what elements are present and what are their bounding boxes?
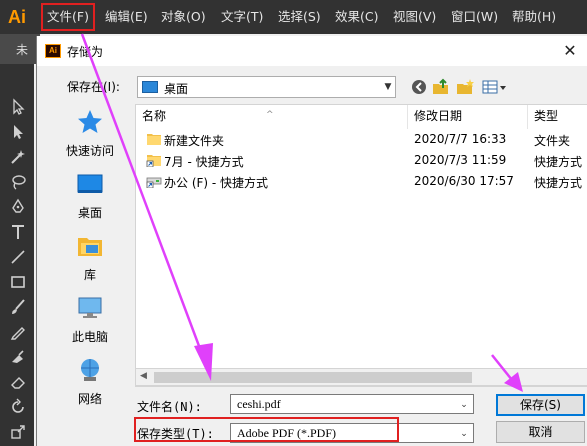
rotate-tool-icon[interactable] bbox=[9, 398, 27, 416]
rectangle-tool-icon[interactable] bbox=[9, 273, 27, 291]
document-tab[interactable]: 未 bbox=[0, 34, 40, 64]
place-label: 桌面 bbox=[77, 206, 102, 220]
document-tab-label: 未 bbox=[16, 43, 29, 57]
library-icon bbox=[76, 232, 104, 260]
file-row[interactable]: 新建文件夹 2020/7/7 16:33 文件夹 bbox=[136, 129, 587, 150]
places-bar: 快速访问 桌面 库 此电脑 网络 bbox=[47, 104, 133, 406]
menu-effect[interactable]: 效果(C) bbox=[335, 7, 378, 27]
place-network[interactable]: 网络 bbox=[47, 356, 133, 416]
filename-label: 文件名(N): bbox=[137, 400, 202, 414]
dialog-title: 存储为 bbox=[67, 45, 104, 59]
scrollbar-thumb[interactable] bbox=[154, 372, 472, 383]
file-name: 新建文件夹 bbox=[164, 134, 225, 148]
column-type[interactable]: 类型 bbox=[528, 105, 587, 129]
menu-select[interactable]: 选择(S) bbox=[278, 7, 321, 27]
menu-view[interactable]: 视图(V) bbox=[393, 7, 436, 27]
save-as-dialog: Ai 存储为 ✕ 保存在(I): 桌面 ▼ 快速访问 桌面 库 此电脑 网络 名… bbox=[36, 36, 587, 446]
place-label: 网络 bbox=[77, 392, 102, 406]
sort-up-icon: ^ bbox=[266, 110, 274, 120]
desktop-icon bbox=[76, 170, 104, 198]
horizontal-scrollbar[interactable]: ◀ bbox=[135, 368, 587, 386]
place-desktop[interactable]: 桌面 bbox=[47, 170, 133, 230]
place-label: 快速访问 bbox=[65, 144, 114, 158]
place-label: 此电脑 bbox=[71, 330, 108, 344]
chevron-down-icon[interactable]: ⌄ bbox=[457, 395, 471, 413]
shaper-tool-icon[interactable] bbox=[9, 348, 27, 366]
chevron-down-icon: ▼ bbox=[384, 82, 392, 92]
eraser-tool-icon[interactable] bbox=[9, 373, 27, 391]
file-list[interactable]: 名称 ^ 修改日期 类型 新建文件夹 2020/7/7 16:33 文件夹 7月… bbox=[135, 104, 587, 387]
type-tool-icon[interactable] bbox=[9, 223, 27, 241]
pen-tool-icon[interactable] bbox=[9, 198, 27, 216]
selection-tool-icon[interactable] bbox=[9, 98, 27, 116]
close-icon[interactable]: ✕ bbox=[558, 40, 582, 62]
chevron-down-icon: ⌄ bbox=[460, 428, 468, 438]
shortcut-icon bbox=[146, 152, 162, 167]
computer-icon bbox=[76, 294, 104, 322]
view-menu-icon[interactable] bbox=[481, 78, 507, 96]
cancel-button[interactable]: 取消 bbox=[496, 421, 585, 443]
illustrator-app-icon: Ai bbox=[45, 44, 61, 58]
save-in-label: 保存在(I): bbox=[67, 80, 120, 94]
column-name[interactable]: 名称 ^ bbox=[136, 105, 408, 129]
drive-shortcut-icon bbox=[146, 173, 162, 188]
star-icon bbox=[76, 108, 104, 136]
menu-file-highlight-box bbox=[41, 3, 95, 31]
column-name-label: 名称 bbox=[142, 109, 167, 123]
save-button[interactable]: 保存(S) bbox=[496, 394, 585, 416]
menu-edit[interactable]: 编辑(E) bbox=[105, 7, 148, 27]
file-type: 文件夹 bbox=[534, 134, 571, 148]
new-folder-icon[interactable] bbox=[455, 78, 475, 96]
desktop-icon bbox=[142, 81, 158, 93]
lasso-tool-icon[interactable] bbox=[9, 173, 27, 191]
file-row[interactable]: 7月 - 快捷方式 2020/7/3 11:59 快捷方式 bbox=[136, 150, 587, 171]
line-tool-icon[interactable] bbox=[9, 248, 27, 266]
file-name: 办公 (F) - 快捷方式 bbox=[164, 176, 269, 190]
folder-icon bbox=[146, 131, 162, 146]
dialog-titlebar[interactable]: Ai 存储为 ✕ bbox=[37, 36, 587, 66]
filetype-highlight-box bbox=[134, 417, 399, 442]
menu-help[interactable]: 帮助(H) bbox=[512, 7, 556, 27]
paintbrush-tool-icon[interactable] bbox=[9, 298, 27, 316]
direct-selection-tool-icon[interactable] bbox=[9, 123, 27, 141]
scale-tool-icon[interactable] bbox=[9, 423, 27, 441]
file-date: 2020/6/30 17:57 bbox=[414, 174, 514, 188]
place-label: 库 bbox=[83, 268, 96, 282]
menu-type[interactable]: 文字(T) bbox=[221, 7, 263, 27]
scroll-left-icon[interactable]: ◀ bbox=[140, 371, 147, 381]
up-folder-icon[interactable] bbox=[431, 78, 451, 96]
file-name: 7月 - 快捷方式 bbox=[164, 155, 244, 169]
file-date: 2020/7/3 11:59 bbox=[414, 153, 507, 167]
file-type: 快捷方式 bbox=[534, 155, 583, 169]
menu-object[interactable]: 对象(O) bbox=[161, 7, 206, 27]
magic-wand-tool-icon[interactable] bbox=[9, 148, 27, 166]
back-icon[interactable] bbox=[409, 78, 429, 96]
file-date: 2020/7/7 16:33 bbox=[414, 132, 507, 146]
save-in-value: 桌面 bbox=[164, 82, 189, 96]
tools-panel bbox=[0, 34, 34, 446]
save-in-dropdown[interactable]: 桌面 ▼ bbox=[137, 76, 396, 98]
filename-value: ceshi.pdf bbox=[237, 397, 281, 411]
place-this-pc[interactable]: 此电脑 bbox=[47, 294, 133, 354]
file-type: 快捷方式 bbox=[534, 176, 583, 190]
column-date[interactable]: 修改日期 bbox=[408, 105, 528, 129]
network-icon bbox=[76, 356, 104, 384]
filename-input[interactable]: ceshi.pdf ⌄ bbox=[230, 394, 474, 414]
pencil-tool-icon[interactable] bbox=[9, 323, 27, 341]
menu-window[interactable]: 窗口(W) bbox=[451, 7, 498, 27]
place-quick-access[interactable]: 快速访问 bbox=[47, 108, 133, 168]
file-row[interactable]: 办公 (F) - 快捷方式 2020/6/30 17:57 快捷方式 bbox=[136, 171, 587, 192]
illustrator-logo: Ai bbox=[8, 7, 26, 27]
app-menubar: Ai 文件(F) 编辑(E) 对象(O) 文字(T) 选择(S) 效果(C) 视… bbox=[0, 0, 587, 34]
place-libraries[interactable]: 库 bbox=[47, 232, 133, 292]
